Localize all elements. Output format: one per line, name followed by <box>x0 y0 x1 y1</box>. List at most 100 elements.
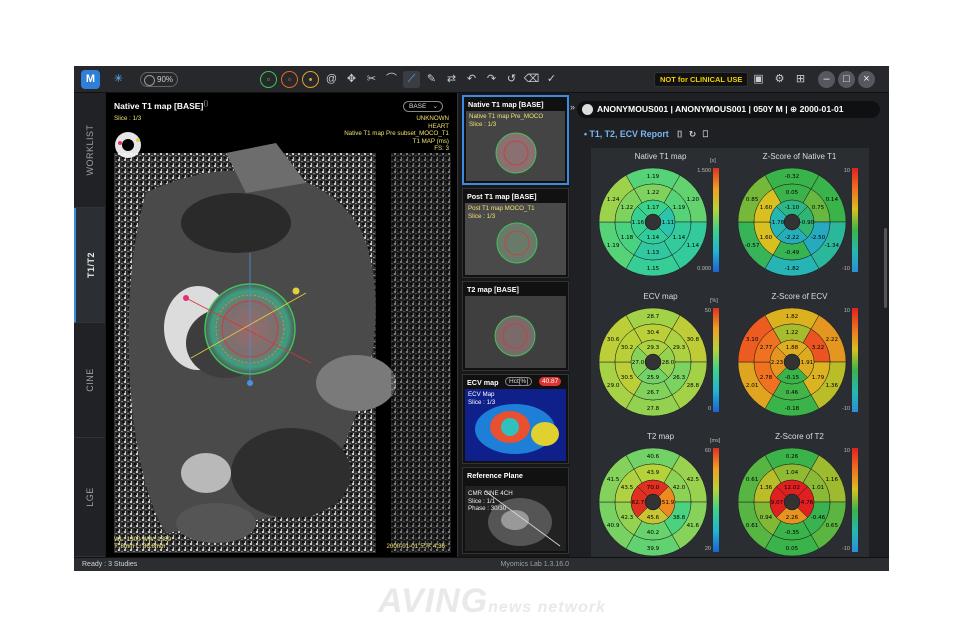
confirm-icon[interactable]: ✓ <box>543 71 560 88</box>
collapse-icon[interactable]: » <box>570 102 575 112</box>
roi-yellow-icon[interactable]: • <box>302 71 319 88</box>
brush-icon[interactable]: ⌒ <box>383 71 400 88</box>
segment-value: 0.26 <box>786 454 799 460</box>
watermark-logo: AVINGnews network <box>378 582 606 620</box>
segment-value: 39.9 <box>647 546 660 552</box>
segment-value: 1.60 <box>760 205 773 211</box>
close-icon[interactable]: × <box>858 71 875 88</box>
segment-value: -1.10 <box>785 205 800 211</box>
tab-cine[interactable]: CINE <box>74 323 105 438</box>
pencil-icon[interactable]: ✎ <box>423 71 440 88</box>
minimize-icon[interactable]: – <box>818 71 835 88</box>
reset-icon[interactable]: ↺ <box>503 71 520 88</box>
scrollbar[interactable] <box>884 228 887 308</box>
segment-value: 2.26 <box>786 515 799 521</box>
roi-green-icon[interactable]: ◦ <box>260 71 277 88</box>
thumbnail-reference-plane[interactable]: Reference Plane CMR CINE 4CH Slice : 1/1 P… <box>462 467 569 554</box>
segment-value: 62.7 <box>632 500 645 506</box>
segment-value: 2.01 <box>746 383 759 389</box>
segment-value: 43.5 <box>621 485 634 491</box>
segment-value: 27.0 <box>632 360 645 366</box>
segment-value: 51.9 <box>662 500 675 506</box>
measure-icon[interactable]: ⟋ <box>403 71 420 88</box>
bullseye-plot: 1.191.201.141.151.191.241.221.191.141.13… <box>598 167 708 277</box>
scale-min-label: 0 <box>707 406 711 412</box>
layout-icon[interactable]: ✳ <box>110 71 127 88</box>
bookmark-icon[interactable]: ⎕ <box>703 129 708 139</box>
camera-icon[interactable]: ⌷ <box>200 98 212 110</box>
thumbnail-image <box>465 296 566 368</box>
segment-value: 1.22 <box>647 190 659 196</box>
segment-value: -1.34 <box>825 243 840 249</box>
thumbnail-native-t1[interactable]: Native T1 map [BASE] Native T1 map Pre_M… <box>462 95 569 185</box>
refresh-icon[interactable]: ↻ <box>689 129 696 139</box>
segment-value: 2.78 <box>760 375 773 381</box>
capture-icon[interactable]: ⌷ <box>677 129 682 139</box>
segment-value: 2.77 <box>760 345 773 351</box>
maximize-icon[interactable]: □ <box>838 71 855 88</box>
color-scale-bar <box>852 448 858 552</box>
tab-worklist[interactable]: WORKLIST <box>74 93 105 208</box>
settings-icon[interactable]: ⚙ <box>771 71 788 88</box>
overlay-right-info: UNKNOWN HEART Native T1 map Pre subset_M… <box>344 115 449 153</box>
overlay-datetime: 2000-01-01 오후 4:36 <box>386 543 445 551</box>
tab-t1t2[interactable]: T1/T2 <box>74 208 105 323</box>
tab-lge[interactable]: LGE <box>74 438 105 557</box>
report-title: • T1, T2, ECV Report ⌷ ↻ ⎕ <box>584 129 709 139</box>
dicom-icon[interactable]: ▣ <box>750 71 767 88</box>
thumbnail-post-t1[interactable]: Post T1 map [BASE] Post T1 map MOCO_T1 Sl… <box>462 188 569 278</box>
unit-label: [%] <box>710 298 718 304</box>
thumbnail-panel: Native T1 map [BASE] Native T1 map Pre_M… <box>459 93 569 557</box>
translate-icon[interactable]: ⊞ <box>792 71 809 88</box>
zoom-level[interactable]: 90% <box>140 72 179 87</box>
color-scale-bar <box>713 448 719 552</box>
segment-value: 42.5 <box>687 477 700 483</box>
main-image-viewer[interactable]: Native T1 map [BASE] ⌷ BASE ⌄ Slice : 1/3… <box>106 93 458 557</box>
segment-value: 0.75 <box>812 205 825 211</box>
unit-label: [s] <box>710 158 716 164</box>
contour-icon[interactable]: @ <box>323 71 340 88</box>
segment-value: 1.22 <box>786 330 798 336</box>
roi-orange-icon[interactable]: ◦ <box>281 71 298 88</box>
chart-title: Z-Score of T2 <box>775 432 824 441</box>
eraser-icon[interactable]: ⌫ <box>523 71 540 88</box>
slice-label: Slice : 1/3 <box>114 115 142 122</box>
base-select[interactable]: BASE ⌄ <box>403 101 443 112</box>
segment-value: 1.15 <box>647 266 660 272</box>
hct-button[interactable]: Hct[%] <box>505 377 533 386</box>
segment-value: 29.3 <box>673 345 686 351</box>
app-logo-icon[interactable]: M <box>81 70 100 89</box>
redo-icon[interactable]: ↷ <box>483 71 500 88</box>
segment-value: 4.76 <box>801 500 814 506</box>
apex-center <box>646 355 660 369</box>
status-bar: Ready : 3 Studies Myomics Lab 1.3.16.0 <box>74 557 889 571</box>
segment-value: 1.14 <box>687 243 700 249</box>
segment-value: 9.07 <box>771 500 784 506</box>
segment-value: 1.18 <box>621 235 634 241</box>
segment-value: -0.18 <box>785 406 800 412</box>
segment-value: -0.90 <box>800 220 815 226</box>
segment-value: 1.82 <box>786 314 798 320</box>
thumbnail-t2[interactable]: T2 map [BASE] <box>462 281 569 371</box>
segment-value: 1.19 <box>673 205 686 211</box>
shuffle-icon[interactable]: ⇄ <box>443 71 460 88</box>
segment-value: 28.8 <box>687 383 700 389</box>
scissors-icon[interactable]: ✂ <box>363 71 380 88</box>
report-panel: » ANONYMOUS001 | ANONYMOUS001 | 050Y M |… <box>570 93 889 557</box>
segment-value: 1.01 <box>812 485 825 491</box>
segment-value: 40.9 <box>607 523 620 529</box>
segment-value: -0.49 <box>785 250 800 256</box>
segment-value: 1.20 <box>687 197 700 203</box>
color-scale-bar <box>713 308 719 412</box>
thumbnail-ecv[interactable]: ECV map Hct[%] 40.87 ECV Map Slice : 1/3 <box>462 374 569 464</box>
segment-value: 1.14 <box>673 235 686 241</box>
segment-value: 43.9 <box>647 470 660 476</box>
segment-value: 3.10 <box>746 337 759 343</box>
segment-value: -2.50 <box>811 235 826 241</box>
undo-icon[interactable]: ↶ <box>463 71 480 88</box>
segment-value: -0.32 <box>785 174 799 180</box>
segment-value: 1.11 <box>662 220 675 226</box>
segment-value: 1.60 <box>760 235 773 241</box>
segment-value: 38.8 <box>673 515 686 521</box>
move-icon[interactable]: ✥ <box>343 71 360 88</box>
